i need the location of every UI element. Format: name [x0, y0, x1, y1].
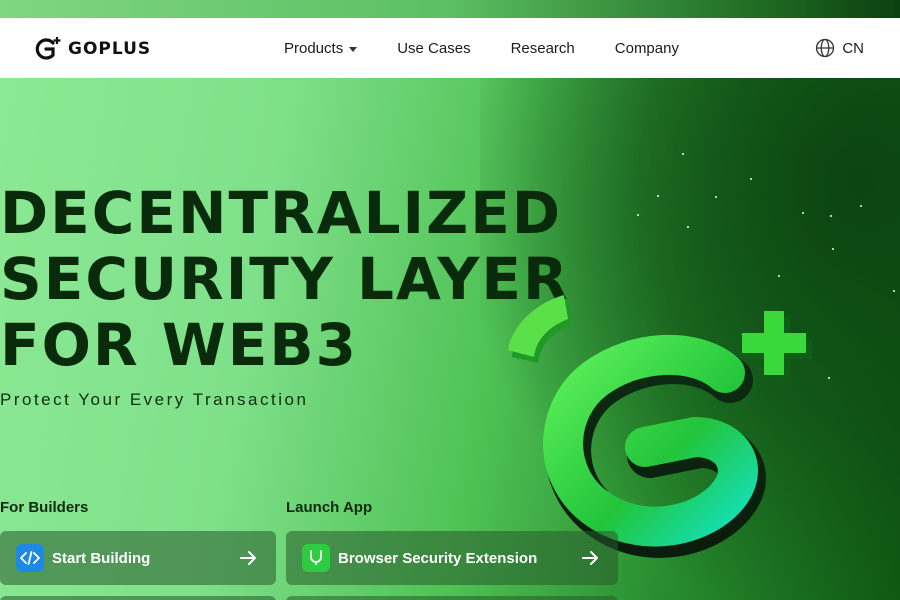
language-label: CN [842, 39, 864, 57]
caret-down-icon [349, 46, 358, 52]
globe-icon [816, 38, 835, 58]
top-banner [0, 0, 900, 18]
hero-headline: DECENTRALIZED SECURITY LAYER FOR WEB3 [0, 180, 570, 378]
goplus-logo-icon [35, 37, 61, 60]
start-building-label: Start Building [52, 549, 151, 567]
star [830, 215, 832, 217]
arrow-right-icon [240, 551, 256, 565]
navbar: GOPLUS Products Use Cases Research Compa… [0, 18, 900, 78]
star [687, 226, 689, 228]
star [860, 205, 862, 207]
star [637, 214, 639, 216]
hero-tagline: Protect Your Every Transaction [0, 390, 309, 409]
star [832, 248, 834, 250]
nav-item-label: Use Cases [397, 39, 471, 57]
headline-line: FOR WEB3 [0, 311, 358, 379]
nav-item-products[interactable]: Products [284, 39, 358, 57]
logo[interactable]: GOPLUS [34, 36, 151, 62]
browser-extension-button[interactable]: Browser Security Extension [286, 531, 618, 585]
arrow-right-icon [582, 551, 598, 565]
section-label-builders: For Builders [0, 499, 89, 516]
start-building-button[interactable]: Start Building [0, 531, 276, 585]
language-switcher[interactable]: CN [815, 18, 864, 78]
next-builder-button-peek[interactable] [0, 596, 276, 600]
nav-item-use-cases[interactable]: Use Cases [397, 40, 470, 57]
next-app-button-peek[interactable] [286, 596, 618, 600]
headline-line: DECENTRALIZED [0, 179, 562, 247]
nav-item-label: Research [510, 39, 575, 57]
section-label-launch-app: Launch App [286, 499, 373, 516]
brand-name: GOPLUS [68, 39, 152, 59]
star [657, 195, 659, 197]
star [893, 290, 895, 292]
shield-stethoscope-icon [302, 544, 330, 572]
star [715, 196, 717, 198]
nav-item-research[interactable]: Research [511, 40, 575, 57]
star [778, 275, 780, 277]
nav-item-company[interactable]: Company [615, 40, 679, 57]
browser-extension-label: Browser Security Extension [338, 549, 538, 567]
main-nav: Products Use Cases Research Company [284, 18, 679, 78]
headline-line: SECURITY LAYER [0, 245, 570, 313]
nav-item-label: Company [614, 39, 679, 57]
code-icon [16, 544, 44, 572]
star [802, 212, 804, 214]
nav-item-label: Products [284, 39, 344, 57]
star [750, 178, 752, 180]
star [682, 153, 684, 155]
